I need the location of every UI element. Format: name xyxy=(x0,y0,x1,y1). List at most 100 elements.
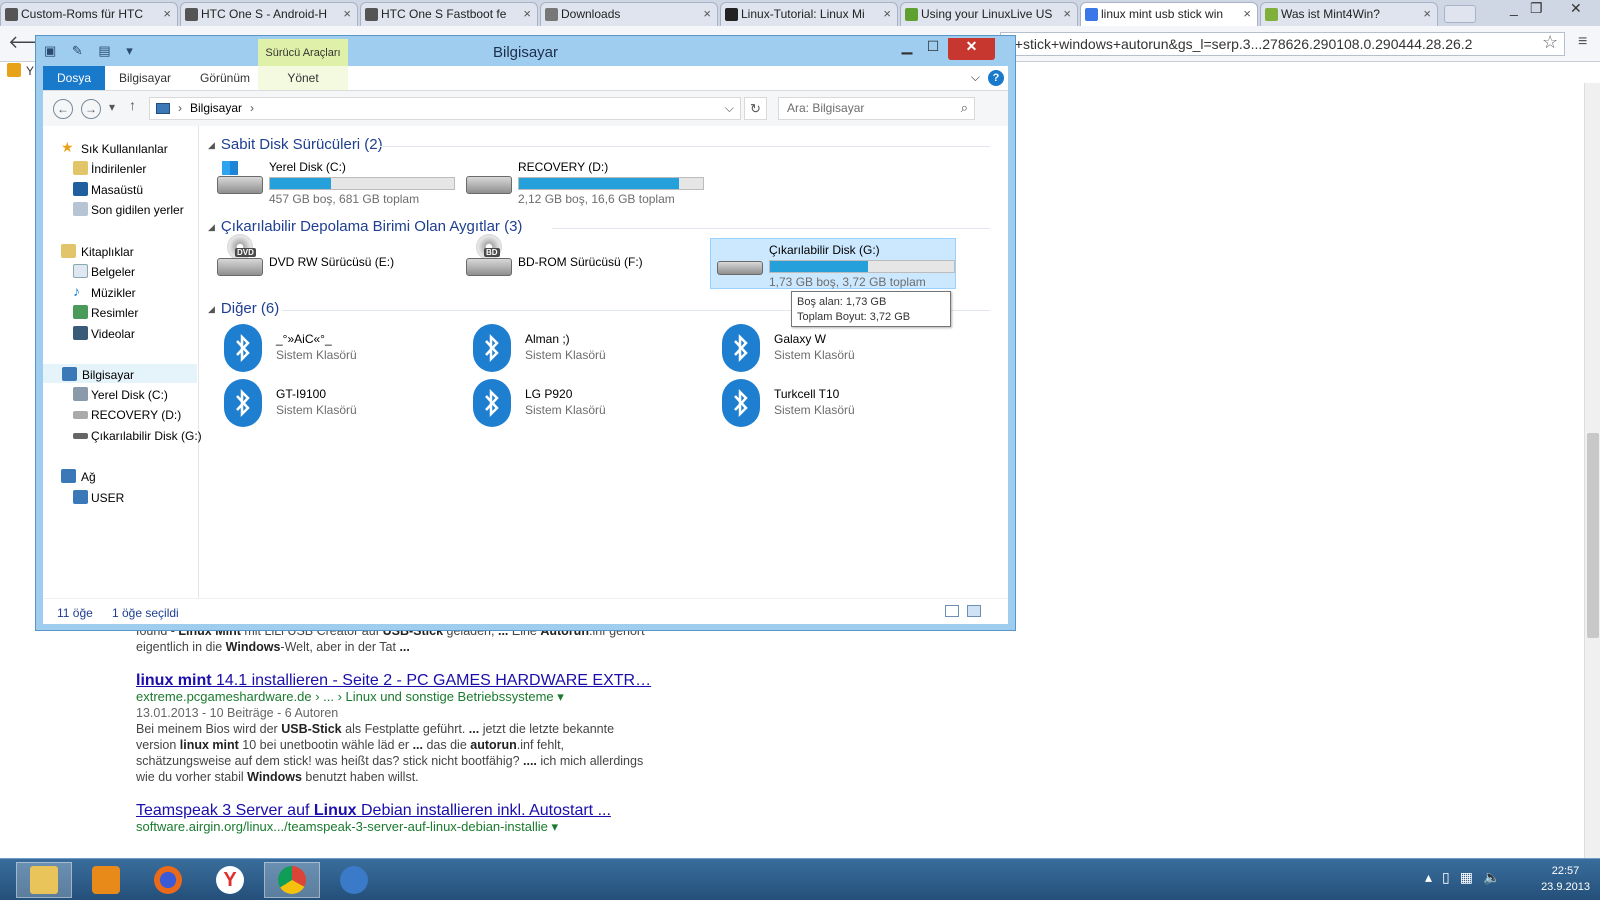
drive-e[interactable]: DVD DVD RW Sürücüsü (E:) xyxy=(211,234,456,286)
collapse-icon[interactable]: ◢ xyxy=(208,140,215,150)
bookmark-icon[interactable] xyxy=(7,63,21,77)
minimize-icon[interactable]: _ xyxy=(1510,0,1518,16)
taskbar-firefox[interactable] xyxy=(140,862,196,898)
close-icon[interactable]: × xyxy=(343,6,351,21)
drive-usage-fill xyxy=(519,178,680,189)
page-scrollbar[interactable] xyxy=(1584,83,1600,858)
nav-music[interactable]: ♪ Müzikler xyxy=(43,283,197,302)
bluetooth-device[interactable]: LG P920 Sistem Klasörü xyxy=(467,377,712,427)
search-input[interactable]: Ara: Bilgisayar ⌕ xyxy=(778,97,975,120)
nav-recovery[interactable]: RECOVERY (D:) xyxy=(43,405,197,424)
taskbar-media-player[interactable] xyxy=(78,862,134,898)
tab-manage[interactable]: Yönet xyxy=(258,66,348,90)
browser-tab[interactable]: HTC One S - Android-H × xyxy=(180,2,358,26)
nav-local-disk[interactable]: Yerel Disk (C:) xyxy=(43,385,197,404)
star-icon[interactable]: ☆ xyxy=(1542,32,1558,53)
group-header-hdd[interactable]: ◢ Sabit Disk Sürücüleri (2) xyxy=(208,136,383,153)
collapse-icon[interactable]: ◢ xyxy=(208,222,215,232)
browser-tab[interactable]: Linux-Tutorial: Linux Mi × xyxy=(720,2,898,26)
result-title[interactable]: linux mint 14.1 installieren - Seite 2 -… xyxy=(136,673,656,689)
forward-button[interactable]: → xyxy=(81,99,101,119)
recent-locations-icon[interactable]: ▾ xyxy=(109,100,115,114)
nav-network[interactable]: Ağ xyxy=(43,467,197,486)
nav-pictures[interactable]: Resimler xyxy=(43,303,197,322)
nav-recent[interactable]: Son gidilen yerler xyxy=(43,200,197,219)
close-icon[interactable]: × xyxy=(163,6,171,21)
maximize-button[interactable]: ☐ xyxy=(920,38,946,60)
nav-downloads[interactable]: İndirilenler xyxy=(43,159,197,178)
close-icon[interactable]: × xyxy=(523,6,531,21)
snippet-run: USB-Stick xyxy=(281,722,342,736)
close-icon[interactable]: × xyxy=(883,6,891,21)
drive-f[interactable]: BD BD-ROM Sürücüsü (F:) xyxy=(460,234,705,286)
close-icon[interactable]: × xyxy=(1423,6,1431,21)
close-icon[interactable]: × xyxy=(703,6,711,21)
taskbar-chrome[interactable] xyxy=(264,862,320,898)
chevron-up-icon[interactable]: ▴ xyxy=(1425,869,1442,885)
large-icons-view-icon[interactable] xyxy=(967,605,981,617)
bluetooth-device[interactable]: _°»AiC«°_ Sistem Klasörü xyxy=(218,322,463,372)
libraries-icon xyxy=(61,244,76,258)
bluetooth-device[interactable]: Galaxy W Sistem Klasörü xyxy=(716,322,961,372)
bluetooth-device[interactable]: Turkcell T10 Sistem Klasörü xyxy=(716,377,961,427)
bookmark-label[interactable]: Y xyxy=(26,64,34,78)
nav-videos[interactable]: Videolar xyxy=(43,324,197,343)
help-icon[interactable]: ? xyxy=(988,70,1004,86)
browser-tab[interactable]: Was ist Mint4Win? × xyxy=(1260,2,1438,26)
back-button[interactable]: ← xyxy=(53,99,73,119)
volume-icon[interactable]: 🔈 xyxy=(1483,869,1510,885)
taskbar-thunderbird[interactable] xyxy=(326,862,382,898)
network-icon[interactable]: ▦ xyxy=(1460,869,1483,885)
bluetooth-device[interactable]: GT-I9100 Sistem Klasörü xyxy=(218,377,463,427)
browser-tab[interactable]: HTC One S Fastboot fe × xyxy=(360,2,538,26)
nav-documents[interactable]: Belgeler xyxy=(43,262,197,281)
tab-computer[interactable]: Bilgisayar xyxy=(105,66,185,90)
taskbar-explorer[interactable] xyxy=(16,862,72,898)
tab-view[interactable]: Görünüm xyxy=(185,66,265,90)
star-icon: ★ xyxy=(61,139,74,155)
new-tab-button[interactable] xyxy=(1444,5,1476,23)
close-icon[interactable]: ✕ xyxy=(1570,0,1582,17)
nav-computer[interactable]: Bilgisayar xyxy=(43,364,197,383)
minimize-button[interactable]: ▁ xyxy=(894,38,920,60)
bluetooth-device[interactable]: Alman ;) Sistem Klasörü xyxy=(467,322,712,372)
chevron-down-icon[interactable]: ⌵ xyxy=(725,101,734,116)
details-view-icon[interactable] xyxy=(945,605,959,617)
title-bar[interactable]: ▣ ✎ ▤ ▾ Sürücü Araçları Bilgisayar ▁ ☐ ✕ xyxy=(36,36,1015,66)
browser-tab[interactable]: Using your LinuxLive US × xyxy=(900,2,1078,26)
restore-icon[interactable]: ❐ xyxy=(1530,0,1543,17)
taskbar-yandex[interactable]: Y xyxy=(202,862,258,898)
close-button[interactable]: ✕ xyxy=(948,38,995,60)
close-icon[interactable]: × xyxy=(1243,6,1251,21)
nav-favorites[interactable]: ★ Sık Kullanılanlar xyxy=(43,139,197,158)
up-icon[interactable]: ↑ xyxy=(129,97,136,113)
drive-c[interactable]: Yerel Disk (C:) 457 GB boş, 681 GB topla… xyxy=(211,156,456,206)
browser-tab-active[interactable]: linux mint usb stick win × xyxy=(1080,2,1258,26)
drive-g[interactable]: Çıkarılabilir Disk (G:) 1,73 GB boş, 3,7… xyxy=(710,238,956,289)
close-icon[interactable]: × xyxy=(1063,6,1071,21)
scroll-thumb[interactable] xyxy=(1587,433,1599,638)
clock[interactable]: 22:57 23.9.2013 xyxy=(1541,863,1590,895)
nav-removable[interactable]: Çıkarılabilir Disk (G:) xyxy=(43,426,202,445)
drive-d[interactable]: RECOVERY (D:) 2,12 GB boş, 16,6 GB topla… xyxy=(460,156,705,206)
result-url[interactable]: software.airgin.org/linux.../teamspeak-3… xyxy=(136,819,656,835)
result-url[interactable]: extreme.pcgameshardware.de › ... › Linux… xyxy=(136,689,656,705)
expand-ribbon-icon[interactable]: ⌵ xyxy=(971,70,980,84)
browser-tab[interactable]: Downloads × xyxy=(540,2,718,26)
result-title[interactable]: Teamspeak 3 Server auf Linux Debian inst… xyxy=(136,803,656,819)
group-header-removable[interactable]: ◢ Çıkarılabilir Depolama Birimi Olan Aygı… xyxy=(208,218,522,235)
refresh-button[interactable]: ↻ xyxy=(744,97,767,120)
menu-icon[interactable]: ≡ xyxy=(1578,33,1587,51)
nav-libraries[interactable]: Kitaplıklar xyxy=(43,242,197,261)
group-header-other[interactable]: ◢ Diğer (6) xyxy=(208,300,279,317)
omnibox[interactable]: p+stick+windows+autorun&gs_l=serp.3...27… xyxy=(1000,32,1565,56)
battery-icon[interactable]: ▯ xyxy=(1442,869,1460,885)
browser-tab[interactable]: Custom-Roms für HTC × xyxy=(0,2,178,26)
address-field[interactable]: › Bilgisayar › ⌵ xyxy=(149,97,741,120)
collapse-icon[interactable]: ◢ xyxy=(208,304,215,314)
nav-user[interactable]: USER xyxy=(43,488,197,507)
search-icon[interactable]: ⌕ xyxy=(961,100,968,116)
system-tray[interactable]: ▴▯▦🔈 xyxy=(1425,869,1510,886)
tab-file[interactable]: Dosya xyxy=(43,66,105,90)
nav-desktop[interactable]: Masaüstü xyxy=(43,180,197,199)
